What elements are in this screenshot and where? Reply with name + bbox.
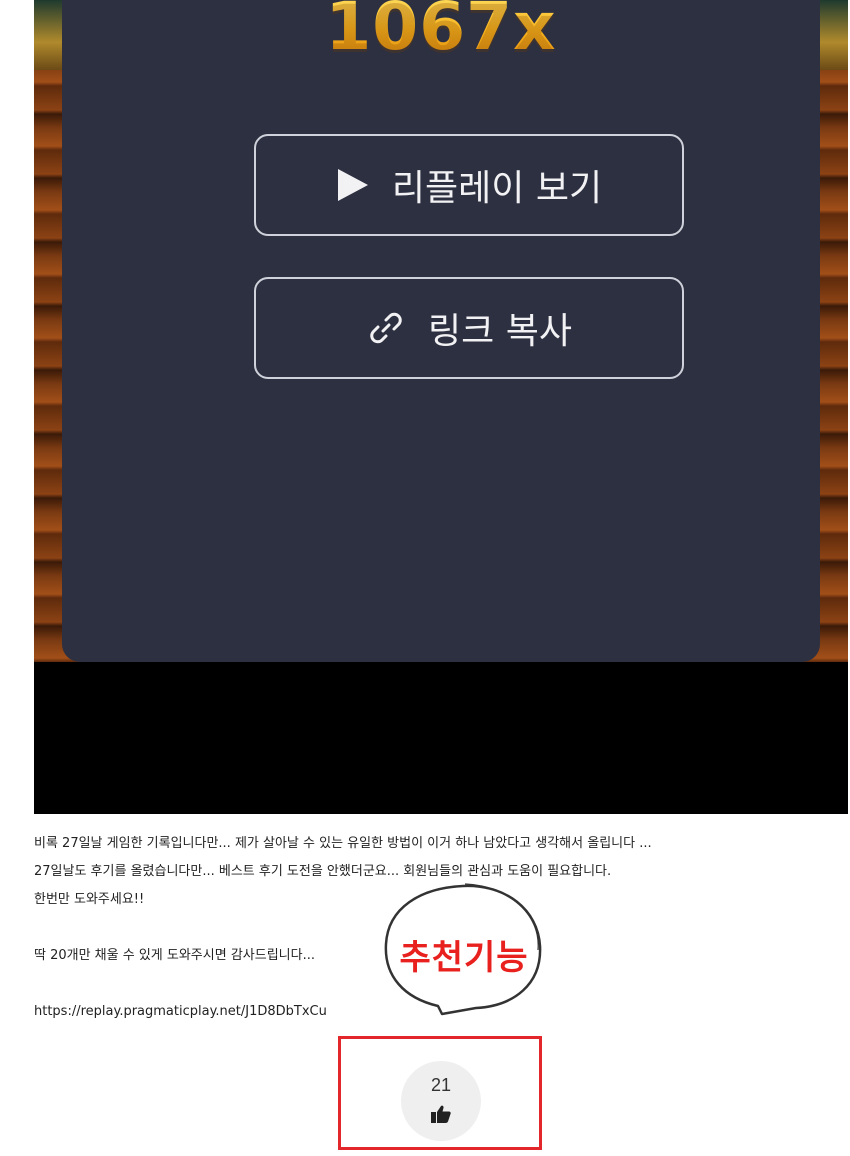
post-line: 비록 27일날 게임한 기록입니다만... 제가 살아날 수 있는 유일한 방법… bbox=[34, 836, 652, 851]
thumbs-up-icon bbox=[431, 1105, 451, 1123]
decorative-pillar-left bbox=[34, 0, 64, 70]
link-icon bbox=[366, 308, 406, 348]
like-button[interactable]: 21 bbox=[401, 1061, 481, 1141]
decorative-pillar-right bbox=[818, 0, 848, 70]
game-result-image: 1067x 리플레이 보기 링크 복사 bbox=[34, 0, 848, 814]
win-multiplier: 1067x bbox=[62, 0, 820, 65]
copy-link-button-label: 링크 복사 bbox=[428, 311, 572, 352]
play-icon bbox=[336, 167, 370, 203]
like-count: 21 bbox=[430, 1075, 452, 1095]
copy-link-button[interactable]: 링크 복사 bbox=[254, 277, 684, 379]
replay-button-label: 리플레이 보기 bbox=[391, 168, 603, 209]
video-letterbox bbox=[34, 662, 848, 814]
result-panel: 1067x 리플레이 보기 링크 복사 bbox=[62, 0, 820, 662]
replay-button[interactable]: 리플레이 보기 bbox=[254, 134, 684, 236]
callout-recommend-feature: 추천기능 bbox=[399, 938, 529, 978]
